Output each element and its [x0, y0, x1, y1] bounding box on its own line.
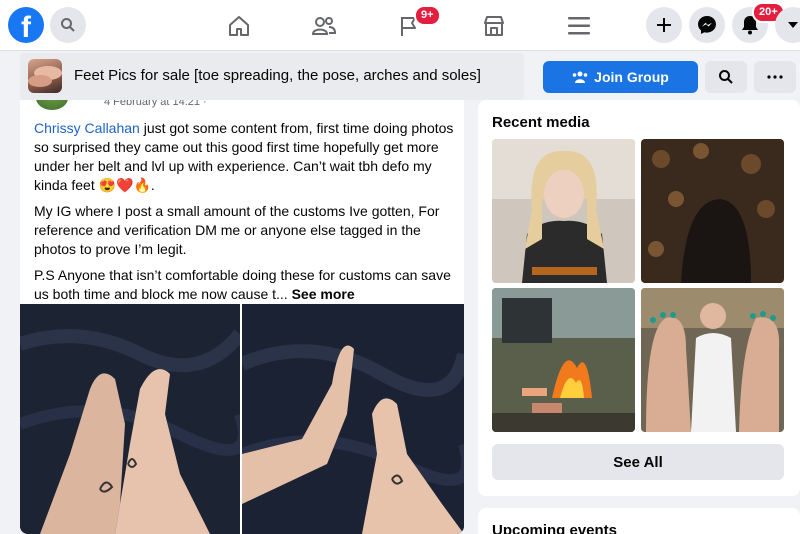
search-icon [61, 18, 75, 32]
post-paragraph: My IG where I post a small amount of the… [34, 203, 440, 257]
nav-menu[interactable] [551, 0, 607, 51]
author-mention-link[interactable]: Chrissy Callahan [34, 120, 140, 136]
media-thumbnail-image [641, 288, 784, 432]
group-thumbnail[interactable] [28, 59, 62, 93]
search-button[interactable] [50, 7, 86, 43]
group-search-button[interactable] [705, 61, 747, 93]
nav-marketplace[interactable] [466, 0, 522, 51]
messenger-button[interactable] [689, 7, 725, 43]
group-thumbnail-image [28, 66, 62, 87]
see-all-label: See All [613, 453, 663, 471]
group-header: Feet Pics for sale [toe spreading, the p… [20, 53, 524, 100]
marketplace-icon [484, 15, 504, 36]
group-icon [572, 71, 588, 83]
see-more-link[interactable]: See more [292, 286, 355, 302]
nav-friends[interactable] [296, 0, 352, 51]
post-body: Chrissy Callahan just got some content f… [34, 119, 454, 311]
author-avatar[interactable] [36, 100, 68, 110]
facebook-logo-letter: f [21, 11, 31, 43]
media-thumbnail-image [492, 288, 635, 432]
media-thumbnail[interactable] [641, 288, 784, 432]
media-thumbnail[interactable] [492, 288, 635, 432]
friends-icon [311, 16, 337, 35]
pages-badge: 9+ [414, 5, 441, 26]
more-dots-icon [767, 75, 783, 79]
post-photo-2-image [242, 304, 464, 534]
join-group-label: Join Group [594, 69, 669, 85]
post-paragraph-text: P.S Anyone that isn’t comfortable doing … [34, 267, 451, 302]
facebook-logo[interactable]: f [8, 7, 44, 43]
top-navigation-bar: f 9+ 20+ [0, 0, 800, 51]
recent-media-card: Recent media See All [478, 100, 800, 496]
media-thumbnail-image [641, 139, 784, 283]
post-photo-1[interactable] [20, 304, 240, 534]
post-paragraph: P.S Anyone that isn’t comfortable doing … [34, 266, 454, 304]
caret-down-icon [788, 22, 798, 28]
post-photo-2[interactable] [242, 304, 464, 534]
group-title[interactable]: Feet Pics for sale [toe spreading, the p… [74, 67, 481, 84]
post-timestamp[interactable]: 4 February at 14:21 · [104, 100, 207, 108]
media-thumbnail[interactable] [641, 139, 784, 283]
upcoming-events-card: Upcoming events [478, 508, 800, 534]
upcoming-events-title: Upcoming events [492, 522, 618, 534]
menu-icon [568, 16, 590, 34]
plus-icon [657, 18, 671, 32]
create-button[interactable] [646, 7, 682, 43]
account-menu-button[interactable] [775, 7, 800, 43]
recent-media-title: Recent media [492, 114, 590, 131]
nav-pages[interactable]: 9+ [381, 0, 441, 51]
post-photo-1-image [20, 304, 240, 534]
media-thumbnail-image [492, 139, 635, 283]
feed-post: 4 February at 14:21 · Chrissy Callahan j… [20, 100, 464, 534]
home-icon [229, 15, 249, 36]
group-more-button[interactable] [754, 61, 796, 93]
post-paragraph: Chrissy Callahan just got some content f… [34, 119, 454, 195]
join-group-button[interactable]: Join Group [543, 61, 698, 93]
media-thumbnail[interactable] [492, 139, 635, 283]
see-all-button[interactable]: See All [492, 444, 784, 480]
nav-home[interactable] [211, 0, 267, 51]
search-icon [719, 70, 733, 84]
messenger-icon [698, 16, 716, 34]
